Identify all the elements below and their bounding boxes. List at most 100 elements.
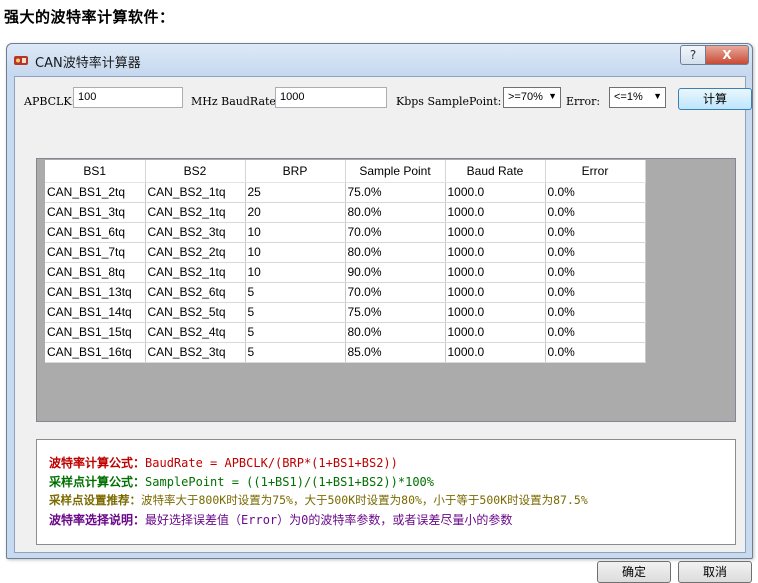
table-row[interactable]: CAN_BS1_6tq CAN_BS2_3tq 10 70.0% 1000.0 … — [45, 222, 646, 243]
table-cell: CAN_BS1_7tq — [45, 242, 146, 263]
table-cell: CAN_BS2_1tq — [145, 202, 246, 223]
table-cell: CAN_BS1_15tq — [45, 322, 146, 343]
table-cell: CAN_BS2_3tq — [145, 222, 246, 243]
document-heading: 强大的波特率计算软件： — [4, 8, 175, 26]
table-row[interactable]: CAN_BS1_13tq CAN_BS2_6tq 5 70.0% 1000.0 … — [45, 282, 646, 303]
table-cell: 1000.0 — [445, 282, 546, 303]
app-icon — [14, 56, 28, 65]
table-cell: CAN_BS1_3tq — [45, 202, 146, 223]
table-cell: 70.0% — [345, 282, 446, 303]
info-label: 波特率计算公式： — [49, 456, 146, 470]
column-header[interactable]: Sample Point — [345, 160, 446, 183]
apbclk-label: APBCLK: — [24, 95, 76, 108]
help-button[interactable]: ? — [680, 45, 706, 65]
column-header[interactable]: BRP — [245, 160, 346, 183]
error-selected-value: <=1% — [614, 91, 643, 103]
table-cell: CAN_BS2_2tq — [145, 242, 246, 263]
error-select[interactable]: <=1% ▼ — [609, 87, 666, 108]
column-header[interactable]: Baud Rate — [445, 160, 546, 183]
table-cell: 80.0% — [345, 202, 446, 223]
column-header[interactable]: BS1 — [45, 160, 146, 183]
results-table: BS1 BS2 BRP Sample Point Baud Rate Error… — [45, 160, 646, 363]
samplepoint-selected-value: >=70% — [508, 91, 543, 103]
info-text: SamplePoint = ((1+BS1)/(1+BS1+BS2))*100% — [145, 475, 434, 489]
info-line-samplepoint-recommendation: 采样点设置推荐：波特率大于800K时设置为75%，大于500K时设置为80%，小… — [49, 492, 588, 508]
calculator-window: CAN波特率计算器 ? X APBCLK: 100 MHz BaudRate: … — [6, 43, 753, 583]
table-cell: 0.0% — [545, 202, 646, 223]
table-cell: 5 — [245, 302, 346, 323]
chevron-down-icon: ▼ — [653, 91, 662, 101]
baudrate-input[interactable]: 1000 — [275, 87, 387, 108]
table-cell: 0.0% — [545, 222, 646, 243]
table-cell: CAN_BS1_14tq — [45, 302, 146, 323]
table-cell: 5 — [245, 282, 346, 303]
table-cell: 0.0% — [545, 182, 646, 203]
column-header[interactable]: BS2 — [145, 160, 246, 183]
calculate-button[interactable]: 计算 — [678, 88, 752, 110]
table-cell: 25 — [245, 182, 346, 203]
table-header-row: BS1 BS2 BRP Sample Point Baud Rate Error — [45, 160, 646, 183]
info-line-samplepoint-formula: 采样点计算公式：SamplePoint = ((1+BS1)/(1+BS1+BS… — [49, 473, 434, 490]
table-cell: CAN_BS2_6tq — [145, 282, 246, 303]
table-cell: 1000.0 — [445, 202, 546, 223]
table-cell: CAN_BS1_8tq — [45, 262, 146, 283]
table-cell: 75.0% — [345, 182, 446, 203]
table-row[interactable]: CAN_BS1_15tq CAN_BS2_4tq 5 80.0% 1000.0 … — [45, 322, 646, 343]
table-cell: 10 — [245, 222, 346, 243]
table-cell: 75.0% — [345, 302, 446, 323]
table-cell: 0.0% — [545, 302, 646, 323]
table-cell: 1000.0 — [445, 242, 546, 263]
table-cell: 0.0% — [545, 242, 646, 263]
table-row[interactable]: CAN_BS1_14tq CAN_BS2_5tq 5 75.0% 1000.0 … — [45, 302, 646, 323]
table-cell: 0.0% — [545, 262, 646, 283]
dialog-client-area: APBCLK: 100 MHz BaudRate: 1000 Kbps Samp… — [14, 76, 752, 583]
table-row[interactable]: CAN_BS1_3tq CAN_BS2_1tq 20 80.0% 1000.0 … — [45, 202, 646, 223]
table-cell: CAN_BS1_16tq — [45, 342, 146, 363]
table-row[interactable]: CAN_BS1_7tq CAN_BS2_2tq 10 80.0% 1000.0 … — [45, 242, 646, 263]
table-cell: 0.0% — [545, 342, 646, 363]
table-cell: 0.0% — [545, 282, 646, 303]
table-cell: CAN_BS2_1tq — [145, 262, 246, 283]
table-cell: CAN_BS1_6tq — [45, 222, 146, 243]
close-button[interactable]: X — [705, 45, 749, 65]
apbclk-input[interactable]: 100 — [73, 87, 183, 108]
table-cell: CAN_BS2_5tq — [145, 302, 246, 323]
table-cell: CAN_BS1_13tq — [45, 282, 146, 303]
table-cell: CAN_BS2_1tq — [145, 182, 246, 203]
info-text: 波特率大于800K时设置为75%，大于500K时设置为80%，小于等于500K时… — [141, 493, 588, 507]
table-cell: 5 — [245, 322, 346, 343]
table-cell: 1000.0 — [445, 302, 546, 323]
table-cell: 1000.0 — [445, 342, 546, 363]
info-text: BaudRate = APBCLK/(BRP*(1+BS1+BS2)) — [145, 456, 398, 470]
results-grid[interactable]: BS1 BS2 BRP Sample Point Baud Rate Error… — [36, 158, 736, 422]
info-label: 采样点计算公式： — [49, 475, 146, 489]
error-label: Error: — [566, 95, 601, 108]
column-header[interactable]: Error — [545, 160, 646, 183]
table-cell: 1000.0 — [445, 322, 546, 343]
table-cell: CAN_BS1_2tq — [45, 182, 146, 203]
table-cell: 1000.0 — [445, 262, 546, 283]
table-cell: 0.0% — [545, 322, 646, 343]
ok-button[interactable]: 确定 — [597, 561, 671, 583]
table-cell: 90.0% — [345, 262, 446, 283]
title-bar[interactable]: CAN波特率计算器 ? X — [7, 44, 752, 76]
info-label: 采样点设置推荐： — [49, 493, 141, 507]
mhz-baudrate-label: MHz BaudRate: — [191, 95, 280, 108]
samplepoint-select[interactable]: >=70% ▼ — [503, 87, 561, 108]
table-cell: CAN_BS2_3tq — [145, 342, 246, 363]
table-cell: CAN_BS2_4tq — [145, 322, 246, 343]
table-row[interactable]: CAN_BS1_8tq CAN_BS2_1tq 10 90.0% 1000.0 … — [45, 262, 646, 283]
table-cell: 80.0% — [345, 242, 446, 263]
table-cell: 10 — [245, 242, 346, 263]
cancel-button[interactable]: 取消 — [678, 561, 752, 583]
table-cell: 85.0% — [345, 342, 446, 363]
table-cell: 80.0% — [345, 322, 446, 343]
formula-info-panel: 波特率计算公式：BaudRate = APBCLK/(BRP*(1+BS1+BS… — [36, 439, 736, 545]
table-row[interactable]: CAN_BS1_16tq CAN_BS2_3tq 5 85.0% 1000.0 … — [45, 342, 646, 363]
table-cell: 5 — [245, 342, 346, 363]
table-row[interactable]: CAN_BS1_2tq CAN_BS2_1tq 25 75.0% 1000.0 … — [45, 182, 646, 203]
table-cell: 10 — [245, 262, 346, 283]
table-cell: 1000.0 — [445, 182, 546, 203]
chevron-down-icon: ▼ — [548, 91, 557, 101]
table-cell: 1000.0 — [445, 222, 546, 243]
